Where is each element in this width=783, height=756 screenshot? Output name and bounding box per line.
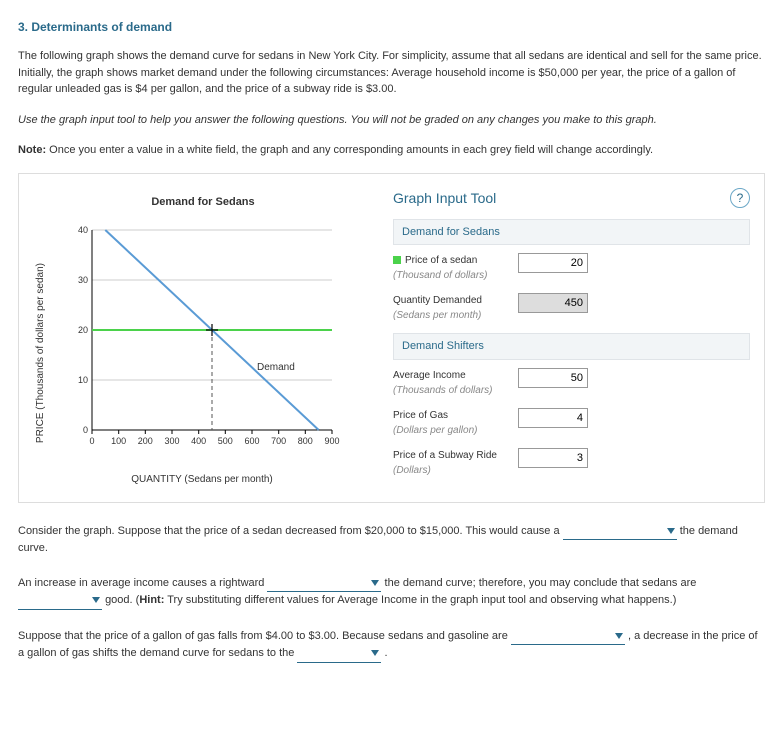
chart-title: Demand for Sedans bbox=[33, 194, 373, 211]
svg-text:30: 30 bbox=[78, 275, 88, 285]
question-2: An increase in average income causes a r… bbox=[18, 575, 765, 610]
q2-text-c: good. ( bbox=[105, 594, 139, 606]
chevron-down-icon bbox=[371, 650, 379, 656]
q2-hint-text: Try substituting different values for Av… bbox=[164, 594, 676, 606]
subway-label: Price of a Subway Ride bbox=[393, 450, 497, 461]
gas-row: Price of Gas (Dollars per gallon) bbox=[393, 408, 750, 438]
svg-text:700: 700 bbox=[271, 436, 286, 446]
tool-header: Graph Input Tool bbox=[393, 188, 496, 209]
svg-text:600: 600 bbox=[244, 436, 259, 446]
intro-text: The following graph shows the demand cur… bbox=[18, 48, 765, 98]
svg-text:0: 0 bbox=[89, 436, 94, 446]
chevron-down-icon bbox=[615, 633, 623, 639]
gas-label: Price of Gas bbox=[393, 410, 448, 421]
input-tool-column: Graph Input Tool ? Demand for Sedans Pri… bbox=[373, 188, 750, 488]
svg-text:40: 40 bbox=[78, 225, 88, 235]
svg-text:10: 10 bbox=[78, 375, 88, 385]
svg-text:300: 300 bbox=[164, 436, 179, 446]
gas-input[interactable] bbox=[518, 408, 588, 428]
q3-dropdown-2[interactable] bbox=[297, 645, 381, 663]
svg-text:800: 800 bbox=[298, 436, 313, 446]
svg-text:900: 900 bbox=[324, 436, 339, 446]
income-sublabel: (Thousands of dollars) bbox=[393, 385, 493, 396]
subway-row: Price of a Subway Ride (Dollars) bbox=[393, 448, 750, 478]
svg-text:400: 400 bbox=[191, 436, 206, 446]
svg-text:20: 20 bbox=[78, 325, 88, 335]
question-1: Consider the graph. Suppose that the pri… bbox=[18, 523, 765, 557]
q2-dropdown-1[interactable] bbox=[267, 575, 381, 593]
price-label: Price of a sedan bbox=[405, 255, 477, 266]
svg-text:200: 200 bbox=[138, 436, 153, 446]
tool-section-demand: Demand for Sedans bbox=[393, 219, 750, 246]
price-swatch-icon bbox=[393, 256, 401, 264]
income-input[interactable] bbox=[518, 368, 588, 388]
svg-text:0: 0 bbox=[83, 425, 88, 435]
price-row: Price of a sedan (Thousand of dollars) bbox=[393, 253, 750, 283]
price-sublabel: (Thousand of dollars) bbox=[393, 270, 488, 281]
subway-sublabel: (Dollars) bbox=[393, 465, 431, 476]
q2-hint-label: Hint: bbox=[139, 594, 164, 606]
q1-dropdown[interactable] bbox=[563, 523, 677, 541]
income-label: Average Income bbox=[393, 370, 466, 381]
gas-sublabel: (Dollars per gallon) bbox=[393, 425, 477, 436]
q1-text-a: Consider the graph. Suppose that the pri… bbox=[18, 525, 563, 537]
q3-dropdown-1[interactable] bbox=[511, 628, 625, 646]
help-icon[interactable]: ? bbox=[730, 188, 750, 208]
chevron-down-icon bbox=[667, 528, 675, 534]
question-3: Suppose that the price of a gallon of ga… bbox=[18, 628, 765, 663]
quantity-sublabel: (Sedans per month) bbox=[393, 310, 481, 321]
income-row: Average Income (Thousands of dollars) bbox=[393, 368, 750, 398]
quantity-label: Quantity Demanded bbox=[393, 295, 482, 306]
instruction-text: Use the graph input tool to help you ans… bbox=[18, 112, 765, 129]
chevron-down-icon bbox=[92, 597, 100, 603]
y-axis-label: PRICE (Thousands of dollars per sedan) bbox=[33, 263, 48, 443]
note-label: Note: bbox=[18, 144, 46, 156]
tool-section-shifters: Demand Shifters bbox=[393, 333, 750, 360]
quantity-output bbox=[518, 293, 588, 313]
section-heading: 3. Determinants of demand bbox=[18, 18, 765, 36]
chevron-down-icon bbox=[371, 580, 379, 586]
q3-text-c: . bbox=[385, 647, 388, 659]
svg-text:100: 100 bbox=[111, 436, 126, 446]
price-input[interactable] bbox=[518, 253, 588, 273]
demand-chart[interactable]: 0 10 20 30 40 0 100 200 300 400 bbox=[52, 220, 352, 470]
q3-text-a: Suppose that the price of a gallon of ga… bbox=[18, 630, 511, 642]
note-body: Once you enter a value in a white field,… bbox=[46, 144, 653, 156]
q2-text-b: the demand curve; therefore, you may con… bbox=[385, 577, 697, 589]
q2-dropdown-2[interactable] bbox=[18, 592, 102, 610]
note-text: Note: Once you enter a value in a white … bbox=[18, 142, 765, 159]
demand-label: Demand bbox=[257, 362, 295, 373]
q2-text-a: An increase in average income causes a r… bbox=[18, 577, 267, 589]
graph-panel: Demand for Sedans PRICE (Thousands of do… bbox=[18, 173, 765, 503]
subway-input[interactable] bbox=[518, 448, 588, 468]
x-axis-label: QUANTITY (Sedans per month) bbox=[52, 472, 352, 487]
quantity-row: Quantity Demanded (Sedans per month) bbox=[393, 293, 750, 323]
chart-column: Demand for Sedans PRICE (Thousands of do… bbox=[33, 188, 373, 488]
svg-text:500: 500 bbox=[218, 436, 233, 446]
